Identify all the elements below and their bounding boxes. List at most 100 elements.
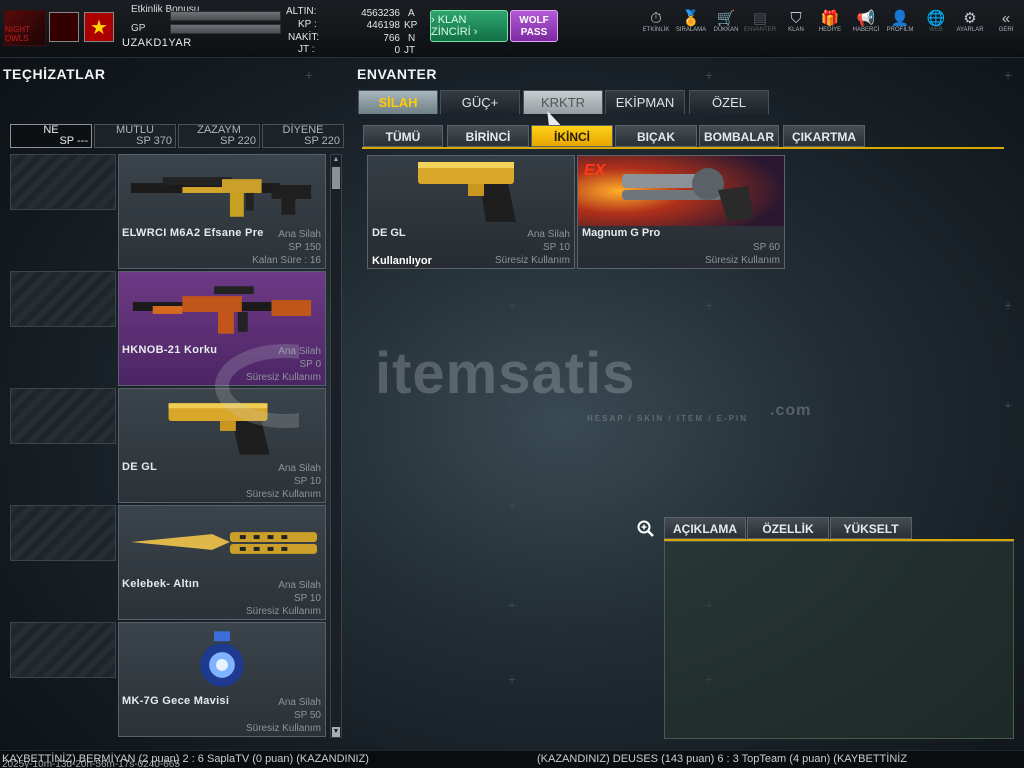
subtab-0[interactable]: TÜMÜ xyxy=(363,125,443,147)
equipment-card[interactable]: Kelebek- Altın Ana Silah SP 10 Süresiz Kull… xyxy=(118,505,326,620)
detail-panel xyxy=(664,541,1014,739)
medal-icon: 🏅 xyxy=(681,10,701,27)
tab-equipment[interactable]: EKİPMAN xyxy=(605,90,685,114)
equipment-name: Kelebek- Altın xyxy=(122,578,200,590)
equip-slot-empty[interactable] xyxy=(10,154,116,210)
mode-tab[interactable]: NE SP --- xyxy=(10,124,92,148)
megaphone-icon: 📢 xyxy=(856,10,876,27)
mode-tab[interactable]: MUTLU SP 370 xyxy=(94,124,176,148)
scroll-down-icon[interactable]: ▼ xyxy=(332,727,340,737)
equipment-card[interactable]: ELWRCI M6A2 Efsane Pre Ana Silah SP 150 Kal… xyxy=(118,154,326,269)
detail-tab-description[interactable]: AÇIKLAMA xyxy=(664,517,746,539)
kp-label: KP : xyxy=(298,19,317,30)
gear-icon: ⚙ xyxy=(963,10,977,27)
gp-bar xyxy=(170,24,281,34)
watermark-subtitle: HESAP / SKIN / ITEM / E-PIN xyxy=(587,414,748,423)
stopwatch-icon: ⏱ xyxy=(650,10,662,27)
nav-label: AYARLAR xyxy=(956,27,984,33)
tab-power[interactable]: GÜÇ+ xyxy=(440,90,520,114)
equipment-card[interactable]: MK-7G Gece Mavisi Ana Silah SP 50 Süresiz K… xyxy=(118,622,326,737)
detail-tab-feature[interactable]: ÖZELLİK xyxy=(747,517,829,539)
equipment-type: Ana Silah xyxy=(278,580,321,591)
version-stamp: 2025y-10m-13d-20h-56m-17s-0240-665 xyxy=(2,759,180,768)
equipment-scrollbar[interactable]: ▲ ▼ xyxy=(330,154,342,738)
equipment-duration: Kalan Süre : 16 xyxy=(252,255,321,266)
equip-slot-empty[interactable] xyxy=(10,388,116,444)
nav-back[interactable]: «GERİ xyxy=(988,10,1024,33)
subtab-underline xyxy=(362,147,1004,149)
equipment-name: ELWRCI M6A2 Efsane Pre xyxy=(122,227,264,239)
jt-unit: JT xyxy=(404,45,416,56)
nav-label: HABERCİ xyxy=(852,27,880,33)
subtab-4[interactable]: BOMBALAR xyxy=(699,125,779,147)
equipment-sp: SP 10 xyxy=(293,476,321,487)
globe-icon: 🌐 xyxy=(926,10,946,27)
equip-slot-empty[interactable] xyxy=(10,505,116,561)
back-icon: « xyxy=(1001,10,1011,27)
equipment-name: MK-7G Gece Mavisi xyxy=(122,695,230,707)
jt-value: 0 xyxy=(394,45,400,56)
nav-cart[interactable]: 🛒 DÜKKAN xyxy=(708,10,744,33)
subtab-1[interactable]: BİRİNCİ xyxy=(447,125,529,147)
nav-label: DÜKKAN xyxy=(713,27,739,33)
watermark: itemsatis .com HESAP / SKIN / ITEM / E-P… xyxy=(215,340,815,430)
equipment-name: HKNOB-21 Korku xyxy=(122,344,218,356)
subtab-3[interactable]: BIÇAK xyxy=(615,125,697,147)
tab-weapon[interactable]: SİLAH xyxy=(358,90,438,114)
rank-emblem-icon xyxy=(49,12,79,42)
equipment-duration: Süresiz Kullanım xyxy=(245,606,321,617)
equipment-duration: Süresiz Kullanım xyxy=(245,489,321,500)
gold-value: 4563236 xyxy=(361,8,400,19)
mode-tab[interactable]: DİYENE SP 220 xyxy=(262,124,344,148)
nav-globe[interactable]: 🌐 WEB xyxy=(918,10,954,33)
gold-unit: A xyxy=(408,8,415,19)
inventory-card[interactable]: DE GL Ana Silah SP 10 Süresiz Kullanım Kulla… xyxy=(367,155,575,269)
tab-character[interactable]: KRKTR xyxy=(523,90,603,114)
nav-gear[interactable]: ⚙ AYARLAR xyxy=(952,10,988,33)
subtab-2[interactable]: İKİNCİ xyxy=(531,125,613,147)
nav-label: SIRALAMA xyxy=(675,27,707,33)
inventory-item-duration: Süresiz Kullanım xyxy=(704,255,780,266)
gold-label: ALTIN: xyxy=(286,6,317,17)
mode-sp: SP 220 xyxy=(220,135,256,147)
mode-name: NE xyxy=(43,124,59,136)
scrollbar-thumb[interactable] xyxy=(332,167,340,189)
gift-icon: 🎁 xyxy=(820,10,840,27)
equipment-sp: SP 10 xyxy=(293,593,321,604)
mode-sp: SP 220 xyxy=(304,135,340,147)
nav-shield[interactable]: ⛉ KLAN xyxy=(778,10,814,33)
nav-medal[interactable]: 🏅 SIRALAMA xyxy=(673,10,709,33)
nav-label: WEB xyxy=(929,27,943,33)
nav-stopwatch[interactable]: ⏱ ETKİNLİK xyxy=(638,10,674,33)
mode-tab[interactable]: ZAZAYM SP 220 xyxy=(178,124,260,148)
equipment-name: DE GL xyxy=(122,461,158,473)
subtab-5[interactable]: ÇIKARTMA xyxy=(783,125,865,147)
equipment-duration: Süresiz Kullanım xyxy=(245,723,321,734)
inventory-card[interactable]: EX Magnum G Pro SP 60 Süresiz Kullanım xyxy=(577,155,785,269)
zoom-icon[interactable] xyxy=(636,520,656,540)
tab-special[interactable]: ÖZEL xyxy=(689,90,769,114)
weapon-image xyxy=(578,156,784,226)
nav-label: KLAN xyxy=(788,27,804,33)
clan-logo: NIGHT OWLS xyxy=(4,10,46,46)
nav-megaphone[interactable]: 📢 HABERCİ xyxy=(848,10,884,33)
nav-gift[interactable]: 🎁 HEDİYE xyxy=(812,10,848,33)
shield-icon: ⛉ xyxy=(790,10,802,27)
ex-badge: EX xyxy=(584,162,606,179)
wolf-pass-button[interactable]: WOLF PASS xyxy=(510,10,558,42)
watermark-domain: .com xyxy=(770,402,812,419)
equip-slot-empty[interactable] xyxy=(10,622,116,678)
game-lobby-screen: + + + + + + + + + + + + + NIGHT OWLS ★ E… xyxy=(0,0,1024,768)
nav-inventory[interactable]: ▤ ENVANTER xyxy=(742,10,778,33)
scroll-up-icon[interactable]: ▲ xyxy=(332,155,340,165)
weapon-image xyxy=(123,510,321,576)
nav-profile[interactable]: 👤 PROFİLM xyxy=(882,10,918,33)
cash-unit: N xyxy=(408,33,416,44)
weapon-image xyxy=(123,627,321,693)
kp-unit: KP xyxy=(404,20,418,31)
detail-tab-upgrade[interactable]: YÜKSELT xyxy=(830,517,912,539)
event-bonus-bar xyxy=(170,11,281,21)
klan-chain-button[interactable]: › KLAN ZİNCİRİ › xyxy=(430,10,508,42)
jt-label: JT : xyxy=(298,44,315,55)
equip-slot-empty[interactable] xyxy=(10,271,116,327)
